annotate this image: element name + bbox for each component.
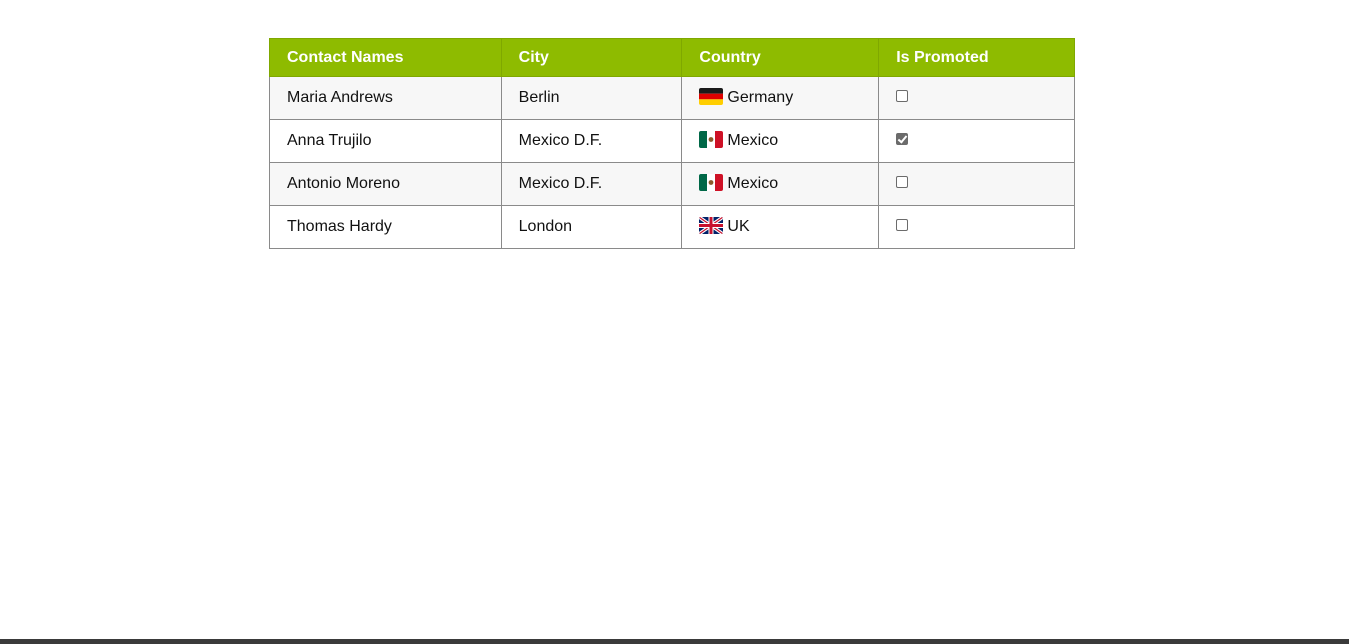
uk-flag-icon <box>699 217 724 234</box>
contact-name-cell[interactable]: Thomas Hardy <box>269 205 502 249</box>
contacts-grid: Contact Names City Country Is Promoted M… <box>269 38 1075 249</box>
country-cell[interactable]: Mexico <box>681 162 880 206</box>
header-row: Contact Names City Country Is Promoted <box>269 38 1075 77</box>
table-row[interactable]: Thomas Hardy London UK <box>269 205 1075 249</box>
is-promoted-cell <box>878 205 1075 249</box>
is-promoted-cell <box>878 119 1075 163</box>
city-cell[interactable]: Mexico D.F. <box>500 119 683 163</box>
mexico-flag-icon <box>699 174 724 191</box>
city-cell[interactable]: Berlin <box>500 76 683 120</box>
contact-name-cell[interactable]: Maria Andrews <box>269 76 502 120</box>
bottom-edge-bar <box>0 639 1349 644</box>
is-promoted-checkbox[interactable] <box>896 90 909 102</box>
column-header-is-promoted[interactable]: Is Promoted <box>878 38 1075 77</box>
contact-name-cell[interactable]: Antonio Moreno <box>269 162 502 206</box>
column-header-contact-names[interactable]: Contact Names <box>269 38 502 77</box>
country-cell[interactable]: Mexico <box>681 119 880 163</box>
page: Contact Names City Country Is Promoted M… <box>0 0 1349 644</box>
country-label: UK <box>727 218 750 235</box>
city-cell[interactable]: Mexico D.F. <box>500 162 683 206</box>
country-label: Mexico <box>727 132 779 149</box>
contact-name-cell[interactable]: Anna Trujilo <box>269 119 502 163</box>
table-row[interactable]: Anna Trujilo Mexico D.F. Mexico <box>269 119 1075 163</box>
is-promoted-checkbox[interactable] <box>896 133 909 145</box>
country-label: Germany <box>727 89 794 106</box>
mexico-flag-icon <box>699 131 724 148</box>
is-promoted-cell <box>878 76 1075 120</box>
column-header-country[interactable]: Country <box>681 38 880 77</box>
table-row[interactable]: Maria Andrews Berlin Germany <box>269 76 1075 120</box>
country-label: Mexico <box>727 175 779 192</box>
germany-flag-icon <box>699 88 724 105</box>
is-promoted-checkbox[interactable] <box>896 219 909 231</box>
country-cell[interactable]: Germany <box>681 76 880 120</box>
city-cell[interactable]: London <box>500 205 683 249</box>
column-header-city[interactable]: City <box>500 38 683 77</box>
table-row[interactable]: Antonio Moreno Mexico D.F. Mexico <box>269 162 1075 206</box>
is-promoted-checkbox[interactable] <box>896 176 909 188</box>
is-promoted-cell <box>878 162 1075 206</box>
country-cell[interactable]: UK <box>681 205 880 249</box>
